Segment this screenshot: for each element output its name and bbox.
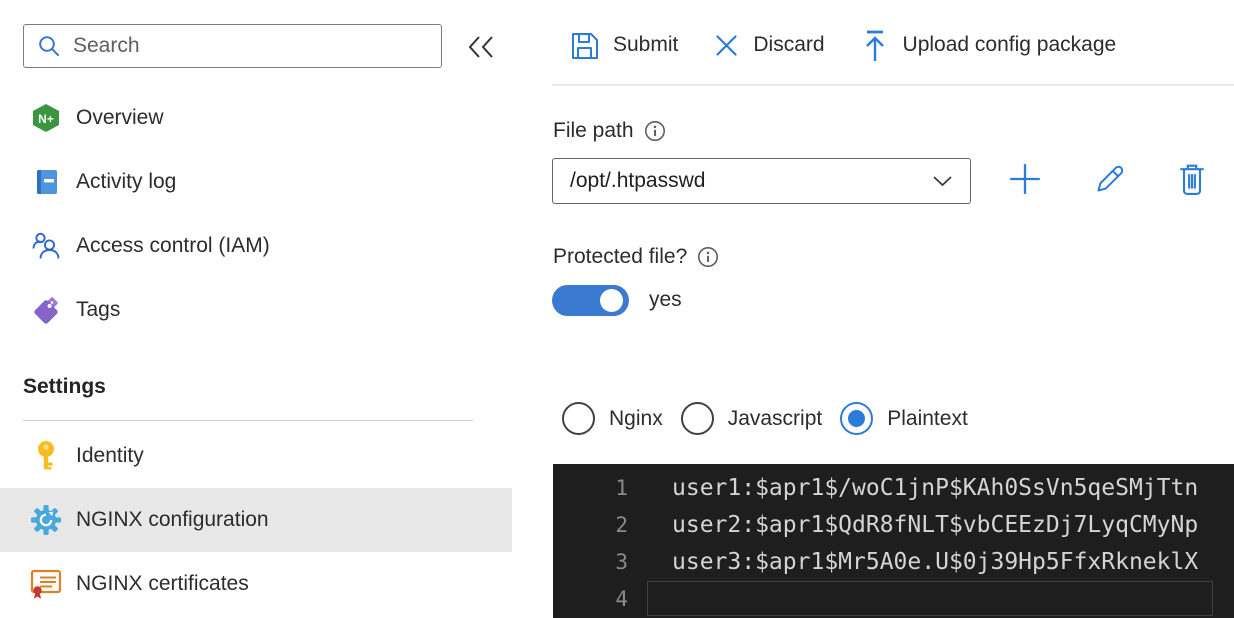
- submit-label: Submit: [613, 33, 679, 56]
- tags-icon: [30, 294, 62, 326]
- discard-label: Discard: [753, 33, 825, 56]
- sidebar-item-identity[interactable]: Identity: [0, 424, 512, 488]
- upload-label: Upload config package: [902, 33, 1117, 56]
- sidebar-item-overview[interactable]: N+ Overview: [0, 86, 512, 150]
- delete-icon: [1180, 164, 1204, 195]
- sidebar-item-label: Activity log: [76, 170, 177, 193]
- info-icon[interactable]: [697, 246, 719, 268]
- code-line: 1 user1:$apr1$/woC1jnP$KAh0SsVn5qeSMjTtn: [553, 469, 1234, 506]
- sidebar-section-divider: [23, 420, 473, 421]
- radio-option-nginx[interactable]: Nginx: [562, 402, 663, 435]
- radio-option-javascript[interactable]: Javascript: [680, 402, 823, 435]
- radio-circle-icon: [840, 402, 874, 435]
- sidebar-settings-menu: Identity NGINX configuration NGINX certi…: [0, 424, 512, 616]
- radio-circle-icon: [562, 402, 595, 435]
- command-bar: Submit Discard Upload config package: [568, 21, 1116, 69]
- svg-text:N+: N+: [38, 112, 54, 126]
- certificate-icon: [30, 568, 62, 600]
- sidebar-collapse-button[interactable]: [460, 29, 502, 65]
- add-file-button[interactable]: [1005, 156, 1045, 202]
- sidebar-item-label: Overview: [76, 106, 164, 129]
- radio-label: Plaintext: [887, 406, 968, 430]
- file-path-label-row: File path: [553, 119, 666, 143]
- protected-file-label-row: Protected file?: [553, 245, 719, 269]
- sidebar-item-label: NGINX certificates: [76, 572, 249, 595]
- key-icon: [30, 440, 62, 472]
- add-icon: [1010, 164, 1040, 194]
- file-path-dropdown[interactable]: /opt/.htpasswd: [552, 158, 971, 204]
- sidebar-search-box[interactable]: [23, 24, 442, 68]
- protected-file-toggle[interactable]: [552, 285, 629, 316]
- radio-label: Javascript: [727, 406, 823, 430]
- code-line: 3 user3:$apr1$Mr5A0e.U$0j39Hp5FfxRkneklX: [553, 543, 1234, 580]
- code-line-current: 4: [553, 580, 1234, 617]
- radio-label: Nginx: [609, 406, 663, 430]
- line-number: 2: [615, 512, 628, 537]
- edit-file-button[interactable]: [1090, 156, 1130, 202]
- sidebar-item-access-control[interactable]: Access control (IAM): [0, 214, 512, 278]
- protected-file-label: Protected file?: [553, 245, 688, 268]
- sidebar-item-nginx-configuration[interactable]: NGINX configuration: [0, 488, 512, 552]
- gear-sync-icon: [30, 504, 62, 536]
- nginx-plus-icon: N+: [30, 102, 62, 134]
- line-number: 4: [615, 586, 628, 611]
- chevrons-left-icon: [468, 36, 493, 58]
- submit-button[interactable]: Submit: [568, 29, 678, 61]
- activity-log-icon: [30, 166, 62, 198]
- nginx-configuration-page: N+ Overview Activity log: [0, 0, 1234, 618]
- search-input[interactable]: [73, 34, 431, 58]
- radio-circle-icon: [680, 402, 714, 435]
- code-line: 2 user2:$apr1$QdR8fNLT$vbCEEzDj7LyqCMyNp: [553, 506, 1234, 543]
- sidebar-item-activity-log[interactable]: Activity log: [0, 150, 512, 214]
- current-line-highlight: [647, 581, 1213, 616]
- file-path-label: File path: [553, 119, 634, 142]
- sidebar-item-label: NGINX configuration: [76, 508, 269, 531]
- sidebar-item-label: Access control (IAM): [76, 234, 270, 257]
- toolbar-divider: [552, 84, 1234, 86]
- sidebar-menu: N+ Overview Activity log Access control …: [0, 86, 512, 342]
- save-icon: [572, 33, 598, 59]
- info-icon[interactable]: [644, 120, 666, 142]
- delete-file-button[interactable]: [1172, 156, 1212, 202]
- upload-config-package-button[interactable]: Upload config package: [860, 29, 1117, 62]
- sidebar-item-label: Tags: [76, 298, 121, 321]
- config-code-editor[interactable]: 1 user1:$apr1$/woC1jnP$KAh0SsVn5qeSMjTtn…: [553, 464, 1234, 618]
- upload-icon: [865, 30, 884, 61]
- sidebar-section-heading: Settings: [23, 375, 106, 398]
- sidebar-item-label: Identity: [76, 444, 144, 467]
- format-radio-group: Nginx Javascript Plaintext: [562, 402, 968, 435]
- edit-icon: [1097, 165, 1124, 192]
- toggle-state-label: yes: [649, 288, 682, 311]
- line-text: user3:$apr1$Mr5A0e.U$0j39Hp5FfxRkneklX: [672, 548, 1199, 575]
- line-number: 1: [615, 475, 628, 500]
- chevron-down-icon: [933, 176, 952, 187]
- line-text: user1:$apr1$/woC1jnP$KAh0SsVn5qeSMjTtn: [672, 474, 1199, 501]
- discard-button[interactable]: Discard: [713, 32, 825, 59]
- radio-option-plaintext[interactable]: Plaintext: [840, 402, 968, 435]
- line-text: user2:$apr1$QdR8fNLT$vbCEEzDj7LyqCMyNp: [672, 511, 1199, 538]
- line-number: 3: [615, 549, 628, 574]
- access-control-icon: [30, 230, 62, 262]
- search-icon: [39, 36, 59, 56]
- close-x-icon: [716, 34, 737, 56]
- file-path-value: /opt/.htpasswd: [570, 169, 706, 192]
- sidebar-item-tags[interactable]: Tags: [0, 278, 512, 342]
- sidebar-item-nginx-certificates[interactable]: NGINX certificates: [0, 552, 512, 616]
- toggle-knob: [600, 289, 623, 312]
